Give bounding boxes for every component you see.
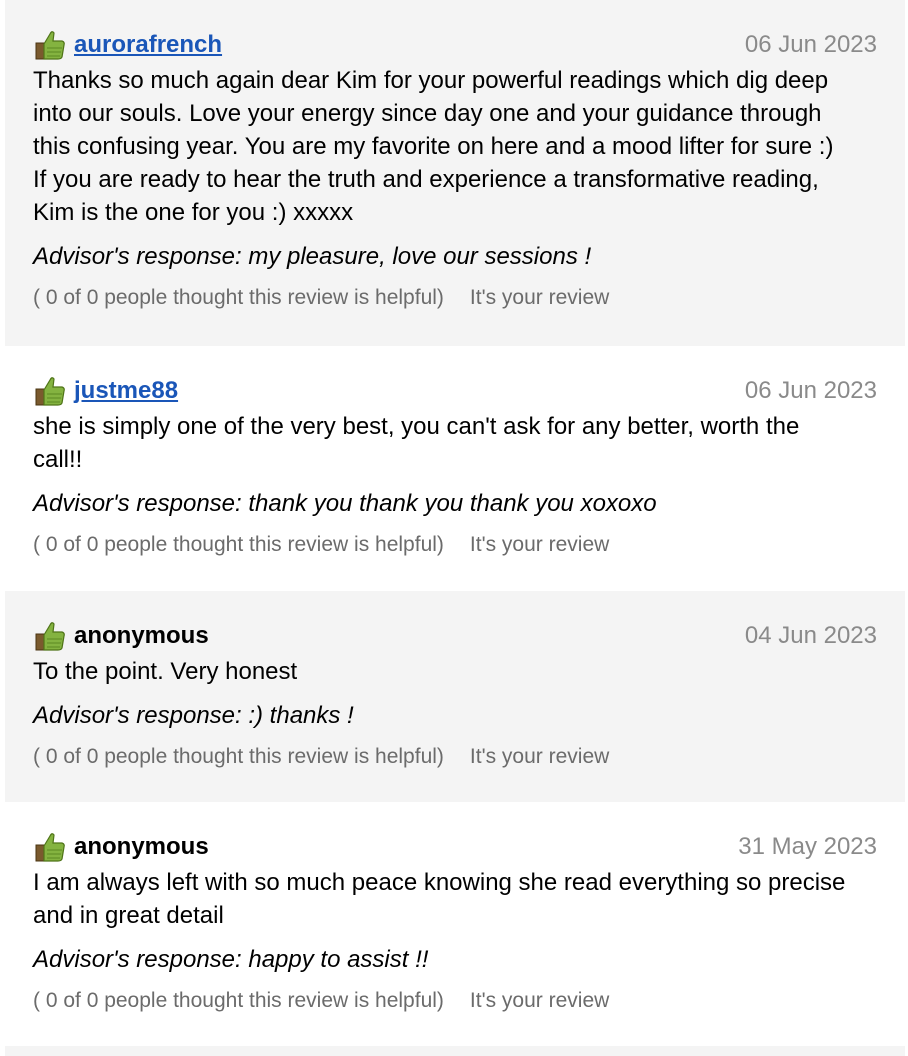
review-meta: ( 0 of 0 people thought this review is h…	[33, 283, 877, 313]
reviewer-name-link[interactable]: justme88	[74, 377, 178, 405]
advisor-response: Advisor's response: happy to assist !!	[33, 946, 429, 973]
reviewer-name: anonymous	[74, 833, 209, 860]
advisor-response: Advisor's response: :) thanks !	[33, 702, 354, 729]
review-text: I am always left with so much peace know…	[33, 869, 846, 929]
own-review-label: It's your review	[469, 533, 610, 556]
review-item: justme88 06 Jun 2023 she is simply one o…	[5, 346, 905, 591]
review-date: 06 Jun 2023	[744, 31, 877, 58]
helpful-count: ( 0 of 0 people thought this review is h…	[33, 745, 444, 768]
review-date: 04 Jun 2023	[744, 622, 877, 649]
review-date: 31 May 2023	[738, 833, 877, 860]
thumbs-up-icon	[35, 622, 65, 651]
own-review-label: It's your review	[469, 286, 610, 309]
thumbs-up-icon	[35, 377, 65, 406]
reviewer-name-link[interactable]: aurorafrench	[74, 31, 222, 59]
review-header: anonymous 31 May 2023	[33, 830, 877, 864]
own-review-label: It's your review	[469, 745, 610, 768]
thumbs-up-icon	[35, 833, 65, 862]
review-header: justme88 06 Jun 2023	[33, 374, 877, 408]
advisor-response: Advisor's response: thank you thank you …	[33, 490, 657, 517]
advisor-response: Advisor's response: my pleasure, love ou…	[33, 243, 592, 270]
review-item: anonymous 31 May 2023 I am always left w…	[5, 802, 905, 1046]
review-text: To the point. Very honest	[33, 658, 298, 685]
review-meta: ( 0 of 0 people thought this review is h…	[33, 742, 877, 772]
review-header: aurorafrench 06 Jun 2023	[33, 28, 877, 62]
review-date: 06 Jun 2023	[744, 377, 877, 404]
review-text: she is simply one of the very best, you …	[33, 413, 800, 473]
review-item: aurorafrench 06 Jun 2023 Thanks so much …	[5, 0, 905, 346]
review-item: anonymous 04 Jun 2023 To the point. Very…	[5, 591, 905, 802]
review-header: anonymous 04 Jun 2023	[33, 619, 877, 653]
own-review-label: It's your review	[469, 989, 610, 1012]
reviews-list: aurorafrench 06 Jun 2023 Thanks so much …	[0, 0, 908, 1056]
next-review-edge	[5, 1046, 905, 1056]
reviewer-name: anonymous	[74, 622, 209, 649]
helpful-count: ( 0 of 0 people thought this review is h…	[33, 989, 444, 1012]
helpful-count: ( 0 of 0 people thought this review is h…	[33, 533, 444, 556]
review-meta: ( 0 of 0 people thought this review is h…	[33, 530, 877, 560]
thumbs-up-icon	[35, 31, 65, 60]
review-text: Thanks so much again dear Kim for your p…	[33, 67, 834, 226]
review-meta: ( 0 of 0 people thought this review is h…	[33, 986, 877, 1016]
helpful-count: ( 0 of 0 people thought this review is h…	[33, 286, 444, 309]
